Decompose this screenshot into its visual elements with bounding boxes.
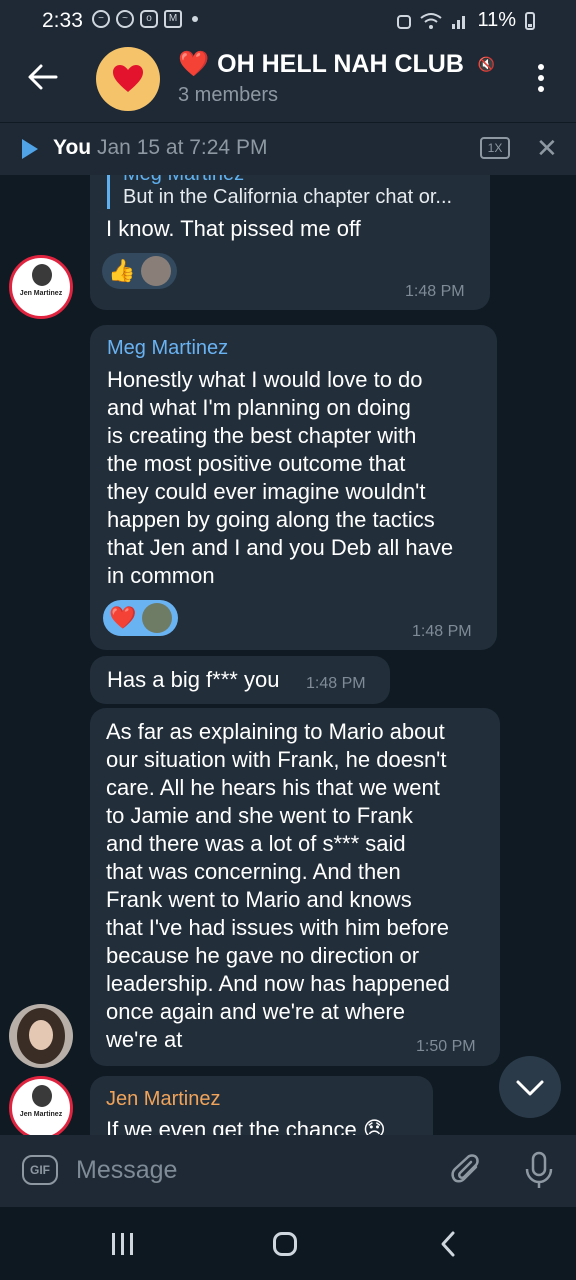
member-count: 3 members (178, 84, 279, 106)
gif-button[interactable]: GIF (22, 1155, 58, 1185)
avatar-deb[interactable] (9, 1004, 73, 1068)
reactor-avatar (141, 256, 172, 286)
message-time: 1:48 PM (306, 675, 366, 692)
message-text: As far as explaining to Mario about our … (106, 719, 450, 1052)
messenger-icon: ~ (116, 10, 134, 28)
muted-icon: 🔇 (477, 56, 496, 72)
recent-apps-button[interactable] (112, 1233, 133, 1255)
gmail-icon: M (164, 10, 182, 28)
message-time: 1:48 PM (405, 283, 465, 300)
attach-icon[interactable] (450, 1153, 484, 1189)
message-list[interactable]: Meg Martinez But in the California chapt… (0, 175, 576, 1135)
audio-player-bar[interactable]: You Jan 15 at 7:24 PM 1X ✕ (0, 122, 576, 175)
battery-icon (525, 11, 535, 30)
message-input[interactable]: Message (76, 1156, 177, 1185)
thumbs-up-icon: 👍 (108, 258, 136, 283)
heart-reaction-icon: ❤️ (109, 605, 137, 630)
heart-icon (113, 65, 143, 92)
message-bubble[interactable]: Has a big f*** you 1:48 PM (90, 656, 390, 704)
do-not-disturb-icon: − (92, 10, 110, 28)
message-time: 1:50 PM (416, 1038, 476, 1055)
group-avatar[interactable] (96, 47, 160, 111)
message-bubble[interactable]: As far as explaining to Mario about our … (90, 708, 500, 1066)
alarm-icon (397, 14, 412, 29)
battery-percent: 11% (477, 9, 516, 31)
chat-title[interactable]: ❤️ OH HELL NAH CLUB 🔇 (178, 50, 495, 79)
home-button[interactable] (273, 1232, 297, 1256)
message-text: Has a big f*** you (107, 667, 280, 692)
back-arrow-icon[interactable] (26, 60, 60, 94)
message-bubble[interactable]: Meg Martinez But in the California chapt… (90, 175, 490, 310)
signal-icon (452, 15, 466, 29)
avatar-jen-martinez[interactable]: Jen Martinez (9, 255, 73, 319)
avatar-jen-martinez[interactable]: Jen Martinez (9, 1076, 73, 1135)
play-icon[interactable] (22, 139, 38, 159)
reaction-chip[interactable]: 👍 (102, 253, 178, 289)
notification-icons: − ~ o M (92, 10, 198, 28)
status-time: 2:33 (42, 9, 83, 32)
more-notifications-dot (192, 16, 198, 22)
title-emoji: ❤️ (178, 50, 210, 78)
reply-text: But in the California chapter chat or... (123, 186, 453, 208)
message-text: If we even get the chance 😞 (106, 1117, 386, 1135)
message-time: 1:48 PM (412, 623, 472, 640)
player-sender: You (53, 136, 92, 159)
microphone-icon[interactable] (524, 1151, 554, 1189)
reply-quote-bar (107, 175, 110, 209)
message-bubble[interactable]: Meg Martinez Honestly what I would love … (90, 325, 497, 650)
playback-speed-button[interactable]: 1X (480, 137, 510, 159)
sender-name: Meg Martinez (107, 337, 229, 359)
close-player-icon[interactable]: ✕ (536, 133, 558, 164)
sender-name: Jen Martinez (106, 1088, 221, 1110)
message-text: I know. That pissed me off (106, 216, 361, 241)
message-bubble[interactable]: Jen Martinez If we even get the chance 😞 (90, 1076, 433, 1135)
group-name: OH HELL NAH CLUB (217, 50, 464, 78)
nav-back-icon[interactable] (438, 1229, 458, 1259)
scroll-to-bottom-button[interactable] (499, 1056, 561, 1118)
chat-header: ❤️ OH HELL NAH CLUB 🔇 3 members (0, 40, 576, 122)
reactor-avatar (142, 603, 173, 633)
message-input-bar: GIF Message (0, 1135, 576, 1207)
wifi-icon (420, 12, 443, 29)
reply-sender: Meg Martinez (123, 175, 244, 186)
reaction-chip[interactable]: ❤️ (103, 600, 179, 636)
chevron-down-icon (516, 1080, 544, 1096)
more-options-icon[interactable] (538, 64, 546, 94)
instagram-icon: o (140, 10, 158, 28)
system-icons: 11% (397, 9, 536, 32)
status-bar: 2:33 − ~ o M 11% (0, 0, 576, 40)
player-date: Jan 15 at 7:24 PM (97, 136, 268, 159)
message-text: Honestly what I would love to do and wha… (107, 367, 454, 588)
system-nav-bar (0, 1207, 576, 1280)
